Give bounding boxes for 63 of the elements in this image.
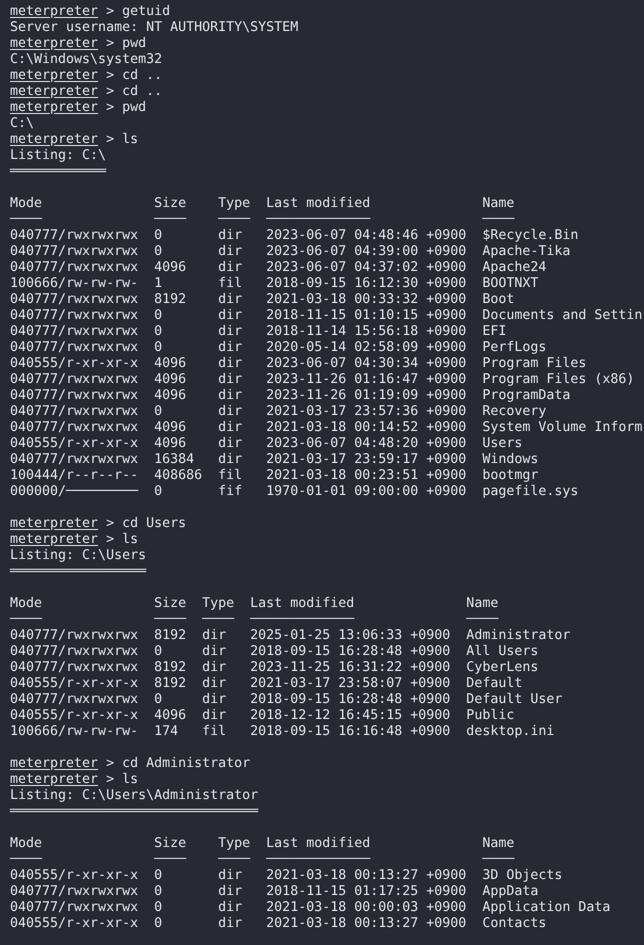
- listing-row: 040777/rwxrwxrwx 0 dir 2018-11-14 15:56:18 +0900 EFI: [10, 324, 506, 340]
- prompt-label: meterpreter: [10, 68, 98, 84]
- listing-rule: ════════════: [10, 164, 106, 180]
- prompt-label: meterpreter: [10, 532, 98, 548]
- prompt-label: meterpreter: [10, 4, 98, 20]
- command-text: > ls: [106, 532, 138, 548]
- listing-row: 040777/rwxrwxrwx 4096 dir 2023-11-26 01:16:47 +0900 Program Files (x86): [10, 372, 634, 388]
- listing-row: 100666/rw-rw-rw- 1 fil 2018-09-15 16:12:30 +0900 BOOTNXT: [10, 276, 538, 292]
- listing-row: 040555/r-xr-xr-x 0 dir 2021-03-18 00:13:27 +0900 3D Objects: [10, 868, 562, 884]
- header-rule: ──── ──── ──── ───────────── ────: [10, 612, 498, 628]
- listing-row: 000000/───────── 0 fif 1970-01-01 09:00:00 +0900 pagefile.sys: [10, 484, 578, 500]
- prompt-label: meterpreter: [10, 516, 98, 532]
- command-text: > ls: [106, 772, 138, 788]
- output-text: Server username: NT AUTHORITY\SYSTEM: [10, 20, 298, 36]
- listing-rule: ═════════════════: [10, 564, 146, 580]
- listing-row: 040777/rwxrwxrwx 4096 dir 2023-11-26 01:19:09 +0900 ProgramData: [10, 388, 570, 404]
- command-text: > cd ..: [106, 84, 162, 100]
- prompt-label: meterpreter: [10, 756, 98, 772]
- listing-row: 040777/rwxrwxrwx 0 dir 2023-06-07 04:39:00 +0900 Apache-Tika: [10, 244, 570, 260]
- listing-rule: ═══════════════════════════════: [10, 804, 258, 820]
- listing-row: 040777/rwxrwxrwx 0 dir 2021-03-18 00:00:03 +0900 Application Data: [10, 900, 610, 916]
- listing-row: 040777/rwxrwxrwx 0 dir 2020-05-14 02:58:09 +0900 PerfLogs: [10, 340, 546, 356]
- output-text: C:\: [10, 116, 34, 132]
- listing-row: 040555/r-xr-xr-x 0 dir 2021-03-18 00:13:27 +0900 Contacts: [10, 916, 546, 932]
- table-header-row: Mode Size Type Last modified Name: [10, 196, 514, 212]
- listing-row: 100444/r--r--r-- 408686 fil 2021-03-18 00:23:51 +0900 bootmgr: [10, 468, 538, 484]
- prompt-label: meterpreter: [10, 132, 98, 148]
- listing-row: 100666/rw-rw-rw- 174 fil 2018-09-15 16:16:48 +0900 desktop.ini: [10, 724, 554, 740]
- command-text: > cd Users: [106, 516, 186, 532]
- listing-row: 040777/rwxrwxrwx 0 dir 2018-09-15 16:28:48 +0900 All Users: [10, 644, 538, 660]
- table-header-row: Mode Size Type Last modified Name: [10, 596, 498, 612]
- command-text: > cd ..: [106, 68, 162, 84]
- command-text: > pwd: [106, 100, 146, 116]
- listing-row: 040777/rwxrwxrwx 8192 dir 2023-11-25 16:31:22 +0900 CyberLens: [10, 660, 538, 676]
- output-text: C:\Windows\system32: [10, 52, 162, 68]
- prompt-label: meterpreter: [10, 772, 98, 788]
- table-header-row: Mode Size Type Last modified Name: [10, 836, 514, 852]
- command-text: > ls: [106, 132, 138, 148]
- prompt-label: meterpreter: [10, 100, 98, 116]
- command-text: > getuid: [106, 4, 170, 20]
- listing-row: 040777/rwxrwxrwx 0 dir 2021-03-17 23:57:36 +0900 Recovery: [10, 404, 546, 420]
- listing-row: 040777/rwxrwxrwx 4096 dir 2021-03-18 00:14:52 +0900 System Volume Inform: [10, 420, 642, 436]
- listing-row: 040777/rwxrwxrwx 16384 dir 2021-03-17 23:59:17 +0900 Windows: [10, 452, 538, 468]
- output-text: Listing: C:\Users: [10, 548, 146, 564]
- output-text: Listing: C:\: [10, 148, 106, 164]
- output-text: Listing: C:\Users\Administrator: [10, 788, 258, 804]
- listing-row: 040777/rwxrwxrwx 0 dir 2023-06-07 04:48:46 +0900 $Recycle.Bin: [10, 228, 578, 244]
- listing-row: 040555/r-xr-xr-x 8192 dir 2021-03-17 23:58:07 +0900 Default: [10, 676, 522, 692]
- header-rule: ──── ──── ──── ───────────── ────: [10, 212, 514, 228]
- listing-row: 040777/rwxrwxrwx 8192 dir 2021-03-18 00:33:32 +0900 Boot: [10, 292, 514, 308]
- listing-row: 040777/rwxrwxrwx 8192 dir 2025-01-25 13:06:33 +0900 Administrator: [10, 628, 570, 644]
- listing-row: 040777/rwxrwxrwx 0 dir 2018-11-15 01:10:15 +0900 Documents and Settin: [10, 308, 642, 324]
- listing-row: 040777/rwxrwxrwx 0 dir 2018-09-15 16:28:48 +0900 Default User: [10, 692, 562, 708]
- command-text: > pwd: [106, 36, 146, 52]
- prompt-label: meterpreter: [10, 36, 98, 52]
- prompt-label: meterpreter: [10, 84, 98, 100]
- header-rule: ──── ──── ──── ───────────── ────: [10, 852, 514, 868]
- command-text: > cd Administrator: [106, 756, 250, 772]
- listing-row: 040555/r-xr-xr-x 4096 dir 2018-12-12 16:45:15 +0900 Public: [10, 708, 514, 724]
- listing-row: 040777/rwxrwxrwx 4096 dir 2023-06-07 04:37:02 +0900 Apache24: [10, 260, 546, 276]
- listing-row: 040777/rwxrwxrwx 0 dir 2018-11-15 01:17:25 +0900 AppData: [10, 884, 538, 900]
- listing-row: 040555/r-xr-xr-x 4096 dir 2023-06-07 04:48:20 +0900 Users: [10, 436, 522, 452]
- listing-row: 040555/r-xr-xr-x 4096 dir 2023-06-07 04:30:34 +0900 Program Files: [10, 356, 586, 372]
